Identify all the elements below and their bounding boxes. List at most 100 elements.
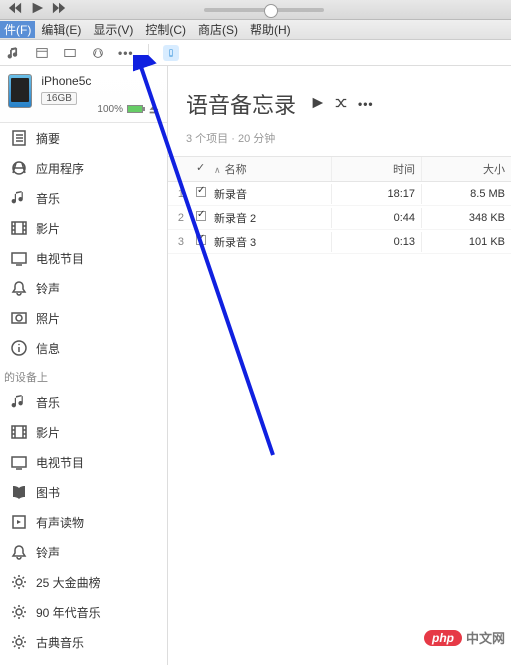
sidebar-item-label: 电视节目 <box>36 454 84 471</box>
toolbar-separator <box>148 44 149 62</box>
more-actions-icon[interactable]: ••• <box>358 97 374 111</box>
sidebar-item-label: 25 大金曲榜 <box>36 574 101 591</box>
table-row[interactable]: 2新录音 20:44348 KB <box>168 206 511 230</box>
row-name: 新录音 <box>208 182 331 206</box>
play-button[interactable] <box>30 1 44 18</box>
row-checkbox[interactable] <box>190 231 208 252</box>
gear-icon <box>10 573 28 591</box>
sidebar-item[interactable]: 有声读物 <box>0 507 167 537</box>
menu-file[interactable]: 件(F) <box>0 21 35 38</box>
on-device-nav-list: 音乐影片电视节目图书有声读物铃声25 大金曲榜90 年代音乐古典音乐我的最爱最近… <box>0 387 167 665</box>
sidebar-item[interactable]: 电视节目 <box>0 243 167 273</box>
section-on-device: 的设备上 <box>0 363 167 387</box>
col-size[interactable]: 大小 <box>421 157 511 181</box>
sidebar-item[interactable]: 90 年代音乐 <box>0 597 167 627</box>
gear-icon <box>10 603 28 621</box>
col-index[interactable] <box>168 157 190 181</box>
category-toolbar: ••• <box>0 40 511 66</box>
row-size: 8.5 MB <box>421 184 511 204</box>
sidebar-item[interactable]: 应用程序 <box>0 153 167 183</box>
table-body: 1新录音18:178.5 MB2新录音 20:44348 KB3新录音 30:1… <box>168 182 511 254</box>
sidebar-item-label: 影片 <box>36 424 60 441</box>
summary-icon <box>10 129 28 147</box>
music-tab-icon[interactable] <box>6 45 22 61</box>
menu-store[interactable]: 商店(S) <box>192 21 244 38</box>
menu-edit[interactable]: 编辑(E) <box>35 21 87 38</box>
row-index: 3 <box>168 232 190 252</box>
sidebar-item-label: 应用程序 <box>36 160 84 177</box>
col-name[interactable]: 名称 <box>208 157 331 181</box>
sidebar-item[interactable]: 铃声 <box>0 537 167 567</box>
prev-button[interactable] <box>8 1 22 18</box>
sidebar-item[interactable]: 25 大金曲榜 <box>0 567 167 597</box>
sidebar-item[interactable]: 铃声 <box>0 273 167 303</box>
more-tabs-icon[interactable]: ••• <box>118 46 134 60</box>
sidebar-item-label: 电视节目 <box>36 250 84 267</box>
music-icon <box>10 393 28 411</box>
audio-icon <box>10 513 28 531</box>
sidebar-item[interactable]: 音乐 <box>0 183 167 213</box>
sidebar-item[interactable]: 古典音乐 <box>0 627 167 657</box>
sidebar-item[interactable]: 信息 <box>0 333 167 363</box>
device-nav-list: 摘要应用程序音乐影片电视节目铃声照片信息 <box>0 123 167 363</box>
tv-icon <box>10 249 28 267</box>
watermark-text: 中文网 <box>466 628 505 647</box>
apps-icon <box>10 159 28 177</box>
apps-tab-icon[interactable] <box>90 45 106 61</box>
sidebar-item-label: 音乐 <box>36 394 60 411</box>
col-time[interactable]: 时间 <box>331 157 421 181</box>
sidebar-item-label: 古典音乐 <box>36 634 84 651</box>
movies-icon <box>10 219 28 237</box>
watermark: php 中文网 <box>424 628 505 647</box>
eject-icon[interactable] <box>147 102 161 116</box>
sidebar-item-label: 信息 <box>36 340 60 357</box>
sidebar-item[interactable]: 摘要 <box>0 123 167 153</box>
next-button[interactable] <box>52 1 66 18</box>
tv-icon <box>10 453 28 471</box>
play-all-button[interactable] <box>310 96 324 113</box>
sidebar-item-label: 图书 <box>36 484 60 501</box>
volume-slider[interactable] <box>204 8 324 12</box>
sidebar-item-label: 有声读物 <box>36 514 84 531</box>
table-row[interactable]: 1新录音18:178.5 MB <box>168 182 511 206</box>
sidebar-item-label: 照片 <box>36 310 60 327</box>
sidebar-item[interactable]: 图书 <box>0 477 167 507</box>
sidebar-item-label: 摘要 <box>36 130 60 147</box>
row-index: 1 <box>168 184 190 204</box>
device-capacity: 16GB <box>41 92 77 105</box>
sidebar-item[interactable]: 影片 <box>0 213 167 243</box>
row-name: 新录音 2 <box>208 206 331 230</box>
menu-help[interactable]: 帮助(H) <box>244 21 297 38</box>
device-thumbnail-icon <box>8 74 32 108</box>
tv-tab-icon[interactable] <box>62 45 78 61</box>
books-icon <box>10 483 28 501</box>
page-title: 语音备忘录 <box>186 88 296 120</box>
movies-icon <box>10 423 28 441</box>
device-header[interactable]: iPhone5c 16GB 100% <box>0 66 167 123</box>
sidebar-item-label: 90 年代音乐 <box>36 604 101 621</box>
menu-control[interactable]: 控制(C) <box>139 21 192 38</box>
col-check[interactable]: ✓ <box>190 157 208 181</box>
sidebar: iPhone5c 16GB 100% 摘要应用程序音乐影片电视节目铃声照片信息 … <box>0 66 168 665</box>
sidebar-item[interactable]: 音乐 <box>0 387 167 417</box>
device-name: iPhone5c <box>41 74 91 88</box>
row-size: 348 KB <box>421 208 511 228</box>
table-row[interactable]: 3新录音 30:13101 KB <box>168 230 511 254</box>
sidebar-item[interactable]: 影片 <box>0 417 167 447</box>
sidebar-item[interactable]: 我的最爱 <box>0 657 167 665</box>
shuffle-button[interactable] <box>334 96 348 113</box>
menu-view[interactable]: 显示(V) <box>87 21 139 38</box>
movies-tab-icon[interactable] <box>34 45 50 61</box>
playback-bar <box>0 0 511 20</box>
photo-icon <box>10 309 28 327</box>
row-time: 0:44 <box>331 208 421 228</box>
row-checkbox[interactable] <box>190 207 208 228</box>
sidebar-item[interactable]: 照片 <box>0 303 167 333</box>
sidebar-item-label: 影片 <box>36 220 60 237</box>
device-tab-icon[interactable] <box>163 45 179 61</box>
row-checkbox[interactable] <box>190 183 208 204</box>
sidebar-item[interactable]: 电视节目 <box>0 447 167 477</box>
row-size: 101 KB <box>421 232 511 252</box>
row-time: 0:13 <box>331 232 421 252</box>
page-subtitle: 3 个项目 · 20 分钟 <box>186 130 499 146</box>
